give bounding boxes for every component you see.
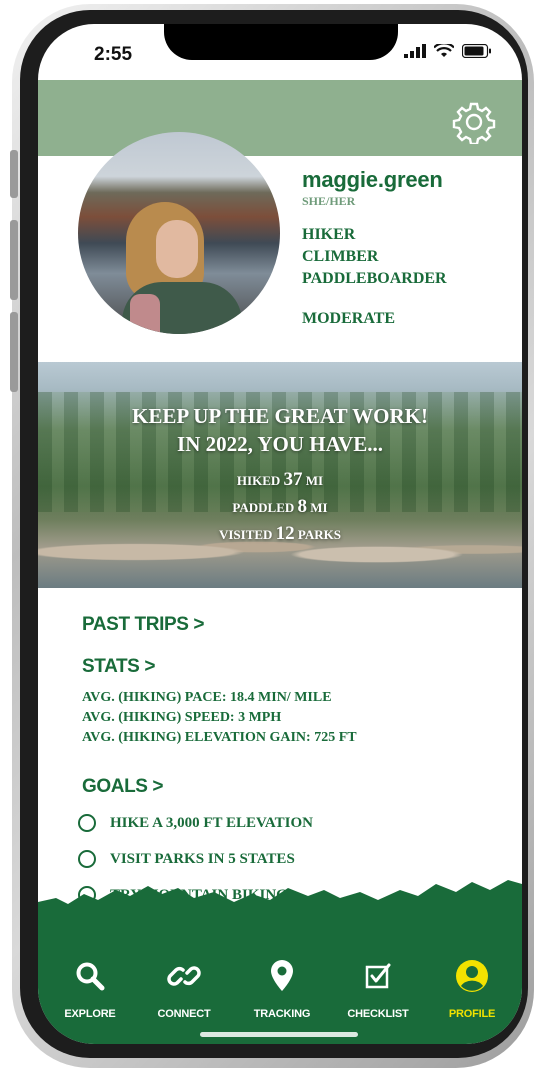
header-band — [38, 80, 522, 156]
activity-item: PADDLEBOARDER — [302, 270, 447, 287]
stats-list: AVG. (HIKING) PACE: 18.4 MIN/ MILE AVG. … — [82, 688, 357, 748]
goals-link[interactable]: GOALS > — [82, 776, 164, 798]
goal-item[interactable]: HIKE A 3,000 FT ELEVATION — [78, 814, 313, 832]
nav-tracking[interactable]: TRACKING — [242, 956, 322, 1020]
past-trips-link[interactable]: PAST TRIPS > — [82, 614, 204, 636]
stat-speed: AVG. (HIKING) SPEED: 3 MPH — [82, 710, 282, 725]
stat-hiked: HIKED 37 MI — [236, 469, 324, 490]
home-indicator[interactable] — [200, 1032, 358, 1037]
notch — [164, 24, 398, 60]
stat-paddled: PADDLED 8 MI — [232, 496, 328, 517]
stat-pace: AVG. (HIKING) PACE: 18.4 MIN/ MILE — [82, 690, 332, 705]
nav-connect[interactable]: CONNECT — [144, 956, 224, 1020]
pronouns: SHE/HER — [302, 194, 356, 208]
checkbox-icon — [365, 963, 391, 989]
nav-checklist[interactable]: CHECKLIST — [338, 956, 418, 1020]
nav-label: TRACKING — [253, 1008, 311, 1020]
difficulty-level: MODERATE — [302, 310, 396, 327]
year-summary-banner: KEEP UP THE GREAT WORK! IN 2022, YOU HAV… — [38, 362, 522, 588]
settings-gear-icon[interactable] — [452, 100, 496, 144]
user-circle-icon — [456, 960, 488, 992]
stat-visited: VISITED 12 PARKS — [218, 523, 342, 544]
goal-radio[interactable] — [78, 850, 96, 868]
nav-label: CHECKLIST — [347, 1008, 409, 1020]
status-icons — [404, 44, 492, 58]
map-pin-icon — [271, 960, 293, 991]
username: maggie.green — [302, 167, 443, 192]
banner-headline: KEEP UP THE GREAT WORK! — [131, 404, 428, 428]
nav-profile[interactable]: PROFILE — [432, 956, 512, 1020]
bottom-nav: EXPLORE CONNECT TRACKING CHECKLIST PROFI… — [38, 876, 522, 1044]
status-time: 2:55 — [94, 44, 133, 65]
banner-subheadline: IN 2022, YOU HAVE... — [177, 432, 383, 456]
goal-radio[interactable] — [78, 814, 96, 832]
stat-elevation: AVG. (HIKING) ELEVATION GAIN: 725 FT — [82, 730, 357, 745]
avatar — [78, 132, 280, 334]
goal-item[interactable]: VISIT PARKS IN 5 STATES — [78, 850, 295, 868]
wifi-icon — [434, 44, 454, 57]
nav-label: CONNECT — [157, 1008, 211, 1020]
search-icon — [76, 962, 105, 991]
stats-link[interactable]: STATS > — [82, 656, 155, 678]
silent-switch — [10, 150, 18, 198]
activity-list: HIKER CLIMBER PADDLEBOARDER — [302, 224, 447, 290]
volume-down-button — [10, 312, 18, 392]
battery-icon — [462, 44, 491, 58]
nav-label: EXPLORE — [64, 1008, 116, 1020]
nav-explore[interactable]: EXPLORE — [50, 956, 130, 1020]
signal-icon — [404, 44, 426, 58]
volume-up-button — [10, 220, 18, 300]
activity-item: HIKER — [302, 226, 356, 243]
screen: 2:55 maggie.green SHE/HER HIKER CLIMBER — [38, 24, 522, 1044]
nav-label: PROFILE — [448, 1008, 496, 1020]
activity-item: CLIMBER — [302, 248, 379, 265]
link-icon — [167, 966, 201, 986]
